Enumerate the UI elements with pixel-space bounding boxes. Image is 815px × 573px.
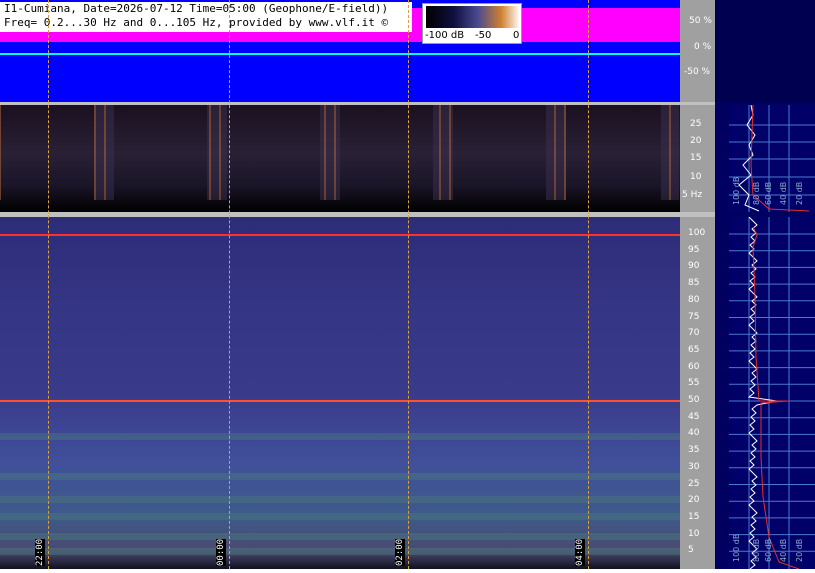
freq-axis-high: 100 95 90 85 80 75 70 65 60 55 50 45 40 35 30 25 20 15 10 5 [680, 217, 715, 569]
freq-tick: 40 [688, 428, 700, 439]
time-label-0000: 00:00 [216, 538, 226, 566]
freq-tick: 80 [688, 294, 700, 305]
freq-tick: 100 [688, 228, 706, 238]
time-label-0400: 04:00 [575, 538, 585, 566]
freq-tick: 65 [688, 344, 700, 355]
spectrogram-low-texture [0, 105, 679, 200]
level-tick-minus50: -50 % [684, 67, 711, 77]
level-tick-0: 0 % [694, 42, 712, 52]
freq-tick: 20 [690, 136, 702, 146]
spectrogram-low [0, 105, 680, 212]
colorbar-legend: -100 dB -50 0 [422, 3, 522, 44]
time-marker-line [588, 0, 589, 569]
spectrum-profile-high: 100 dB 80 dB 60 dB 40 dB 20 dB [729, 216, 815, 570]
station-header: I1-Cumiana, Date=2026-07-12 Time=05:00 (… [0, 2, 412, 32]
freq-tick: 50 [688, 395, 700, 405]
freq-tick: 90 [688, 261, 700, 272]
freq-tick: 55 [688, 378, 700, 389]
freq-tick: 70 [688, 328, 700, 339]
colorbar-label-min: -100 dB [425, 30, 465, 41]
freq-tick: 95 [688, 244, 700, 255]
spectrogram-high-texture [0, 234, 680, 555]
freq-tick: 10 [690, 172, 702, 182]
freq-tick: 75 [688, 311, 700, 322]
freq-tick: 5 Hz [682, 190, 703, 200]
time-marker-line [408, 0, 409, 569]
db-label: 100 dB [732, 533, 741, 562]
freq-tick: 45 [688, 411, 700, 422]
freq-tick: 25 [690, 119, 702, 129]
freq-tick: 10 [688, 528, 700, 539]
time-label-2200: 22:00 [35, 538, 45, 566]
freq-tick: 60 [688, 361, 700, 372]
header-line-2: Freq= 0.2...30 Hz and 0...105 Hz, provid… [4, 16, 389, 29]
db-label: 40 dB [779, 181, 788, 205]
db-label: 60 dB [764, 181, 773, 205]
freq-tick: 30 [688, 461, 700, 472]
freq-tick: 20 [688, 495, 700, 506]
time-marker-line [48, 0, 49, 569]
db-label: 60 dB [764, 538, 773, 562]
zero-level-line [0, 53, 680, 55]
db-label: 20 dB [795, 181, 804, 205]
freq-tick: 85 [688, 278, 700, 289]
freq-tick: 25 [688, 478, 700, 489]
level-axis: 50 % 0 % -50 % [680, 0, 715, 102]
colorbar-gradient [426, 6, 520, 28]
spectrogram-high [0, 217, 680, 569]
freq-tick: 35 [688, 445, 700, 456]
colorbar-label-mid: -50 [475, 30, 492, 41]
time-label-0200: 02:00 [395, 538, 405, 566]
db-label: 100 dB [732, 176, 741, 205]
freq-axis-low: 25 20 15 10 5 Hz [680, 105, 715, 212]
db-label: 20 dB [795, 538, 804, 562]
level-tick-50: 50 % [689, 16, 712, 26]
db-label: 40 dB [779, 538, 788, 562]
colorbar-label-max: 0 [513, 30, 520, 41]
spectrum-profile-low: 100 dB 80 dB 60 dB 40 dB 20 dB [729, 104, 815, 212]
freq-tick: 15 [690, 153, 702, 163]
freq-tick: 15 [688, 511, 700, 522]
db-label: 80 dB [752, 538, 761, 562]
time-marker-line [229, 0, 230, 569]
db-label: 80 dB [752, 181, 761, 205]
freq-tick: 5 [688, 545, 694, 556]
header-line-1: I1-Cumiana, Date=2026-07-12 Time=05:00 (… [4, 2, 389, 15]
